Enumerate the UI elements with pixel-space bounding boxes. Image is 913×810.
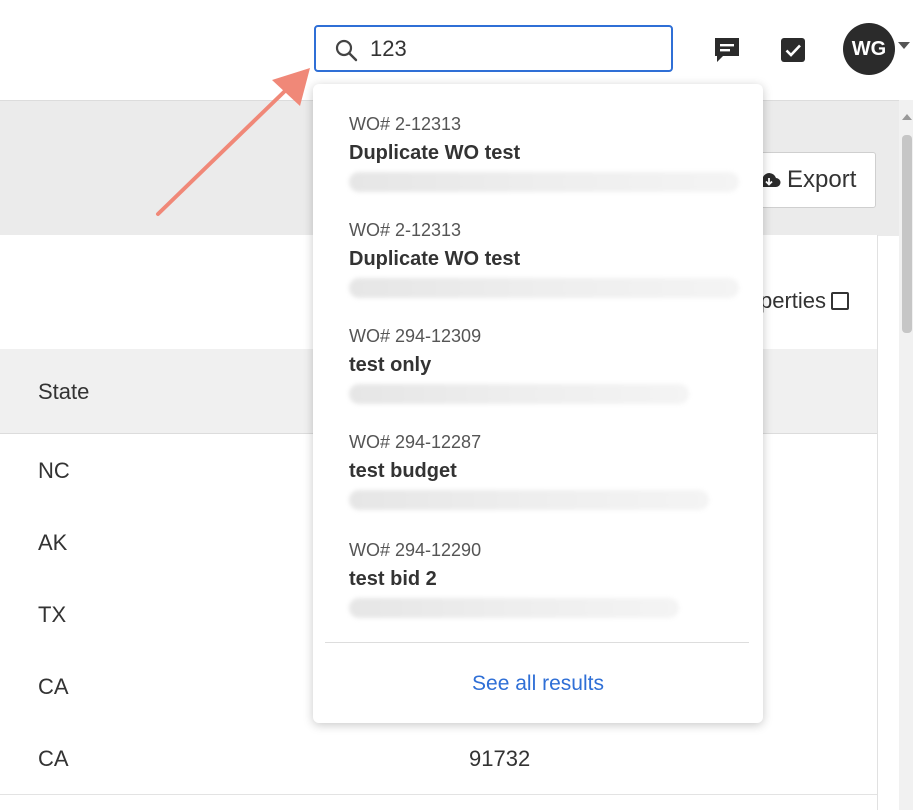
work-order-title: Duplicate WO test bbox=[349, 248, 521, 270]
work-order-title: test bid 2 bbox=[349, 568, 437, 590]
work-order-number: WO# 2-12313 bbox=[349, 220, 462, 240]
work-order-number: WO# 294-12290 bbox=[349, 540, 482, 560]
properties-checkbox[interactable] bbox=[831, 292, 849, 310]
state-cell: AK bbox=[38, 530, 68, 555]
chat-icon bbox=[715, 38, 739, 62]
work-order-title: test only bbox=[349, 354, 432, 376]
state-cell: CA bbox=[38, 674, 69, 699]
messages-button[interactable] bbox=[710, 33, 744, 67]
chevron-down-icon[interactable] bbox=[898, 42, 910, 49]
zip-cell: 91732 bbox=[469, 746, 531, 771]
scroll-up-arrow-icon[interactable] bbox=[902, 114, 912, 120]
tasks-button[interactable] bbox=[776, 33, 810, 67]
search-result-item[interactable]: WO# 294-12287 test budget bbox=[349, 432, 749, 510]
redacted-address bbox=[349, 384, 689, 404]
redacted-address bbox=[349, 598, 679, 618]
state-cell: CA bbox=[38, 746, 69, 771]
redacted-address bbox=[349, 278, 739, 298]
search-icon bbox=[335, 39, 358, 62]
search-result-item[interactable]: WO# 294-12290 test bid 2 bbox=[349, 540, 749, 618]
search-results-dropdown: WO# 2-12313 Duplicate WO test WO# 2-1231… bbox=[313, 84, 763, 723]
table-row[interactable]: CA 91732 bbox=[0, 722, 877, 795]
search-result-item[interactable]: WO# 2-12313 Duplicate WO test bbox=[349, 114, 749, 192]
state-cell: NC bbox=[38, 458, 70, 483]
redacted-address bbox=[349, 490, 709, 510]
export-label: Export bbox=[787, 166, 857, 193]
work-order-title: Duplicate WO test bbox=[349, 142, 521, 164]
work-order-number: WO# 2-12313 bbox=[349, 114, 462, 134]
search-result-item[interactable]: WO# 294-12309 test only bbox=[349, 326, 749, 404]
work-order-number: WO# 294-12309 bbox=[349, 326, 482, 346]
user-avatar[interactable]: WG bbox=[843, 23, 895, 75]
search-result-item[interactable]: WO# 2-12313 Duplicate WO test bbox=[349, 220, 749, 298]
checkbox-checked-icon bbox=[781, 38, 805, 62]
dropdown-divider bbox=[325, 642, 749, 643]
redacted-address bbox=[349, 172, 739, 192]
state-cell: TX bbox=[38, 602, 67, 627]
properties-label: perties bbox=[760, 288, 827, 313]
column-header-state[interactable]: State bbox=[38, 379, 89, 405]
search-box[interactable] bbox=[314, 25, 673, 72]
work-order-title: test budget bbox=[349, 460, 457, 482]
user-initials: WG bbox=[851, 37, 887, 60]
see-all-results-link[interactable]: See all results bbox=[313, 672, 763, 696]
search-input[interactable] bbox=[370, 35, 650, 63]
work-order-number: WO# 294-12287 bbox=[349, 432, 482, 452]
scrollbar-thumb[interactable] bbox=[902, 135, 912, 333]
